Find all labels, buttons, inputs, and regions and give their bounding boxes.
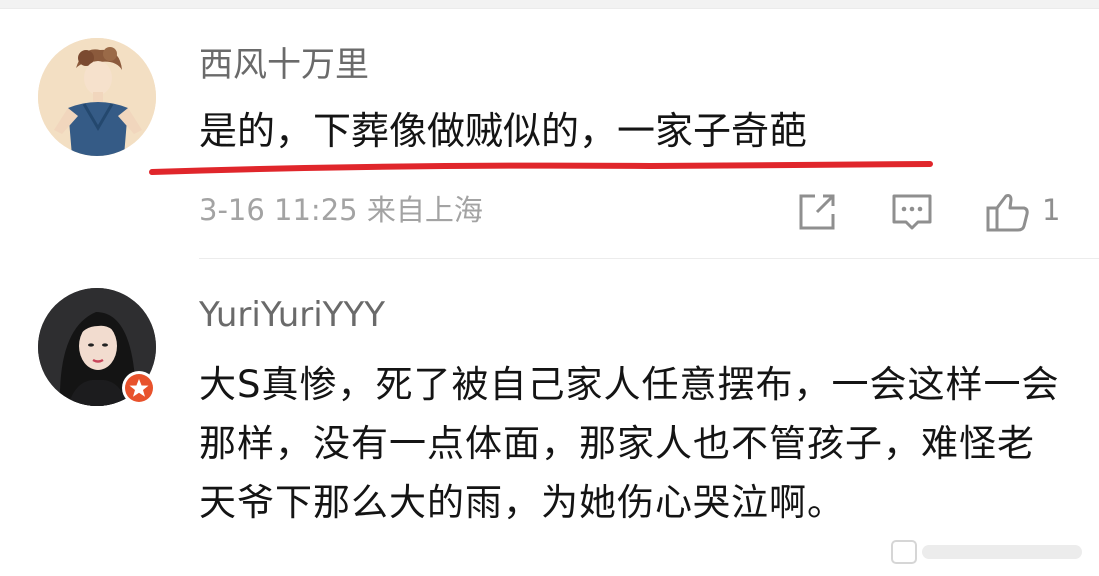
- comment-text: 大S真惨，死了被自己家人任意摆布，一会这样一会那样，没有一点体面，那家人也不管孩…: [199, 363, 1060, 524]
- comment-username[interactable]: YuriYuriYYY: [199, 298, 385, 332]
- reply-button[interactable]: [888, 190, 936, 238]
- like-button[interactable]: [984, 190, 1032, 238]
- comment-text: 是的，下葬像做贼似的，一家子奇葩: [199, 109, 808, 153]
- avatar[interactable]: [38, 38, 156, 156]
- comment-meta: 3-16 11:25 来自上海: [199, 193, 483, 227]
- comment-divider: [199, 258, 1099, 259]
- like-count: 1: [1042, 193, 1061, 227]
- verified-badge-icon: [121, 370, 157, 406]
- watermark-logo: [891, 540, 1082, 564]
- comment-icon: [892, 194, 932, 230]
- top-divider: [0, 0, 1099, 9]
- share-button[interactable]: [795, 190, 839, 238]
- share-icon: [799, 194, 835, 230]
- comment-username[interactable]: 西风十万里: [199, 48, 369, 82]
- thumbs-up-icon: [986, 194, 1029, 232]
- red-underline-annotation: [149, 161, 933, 175]
